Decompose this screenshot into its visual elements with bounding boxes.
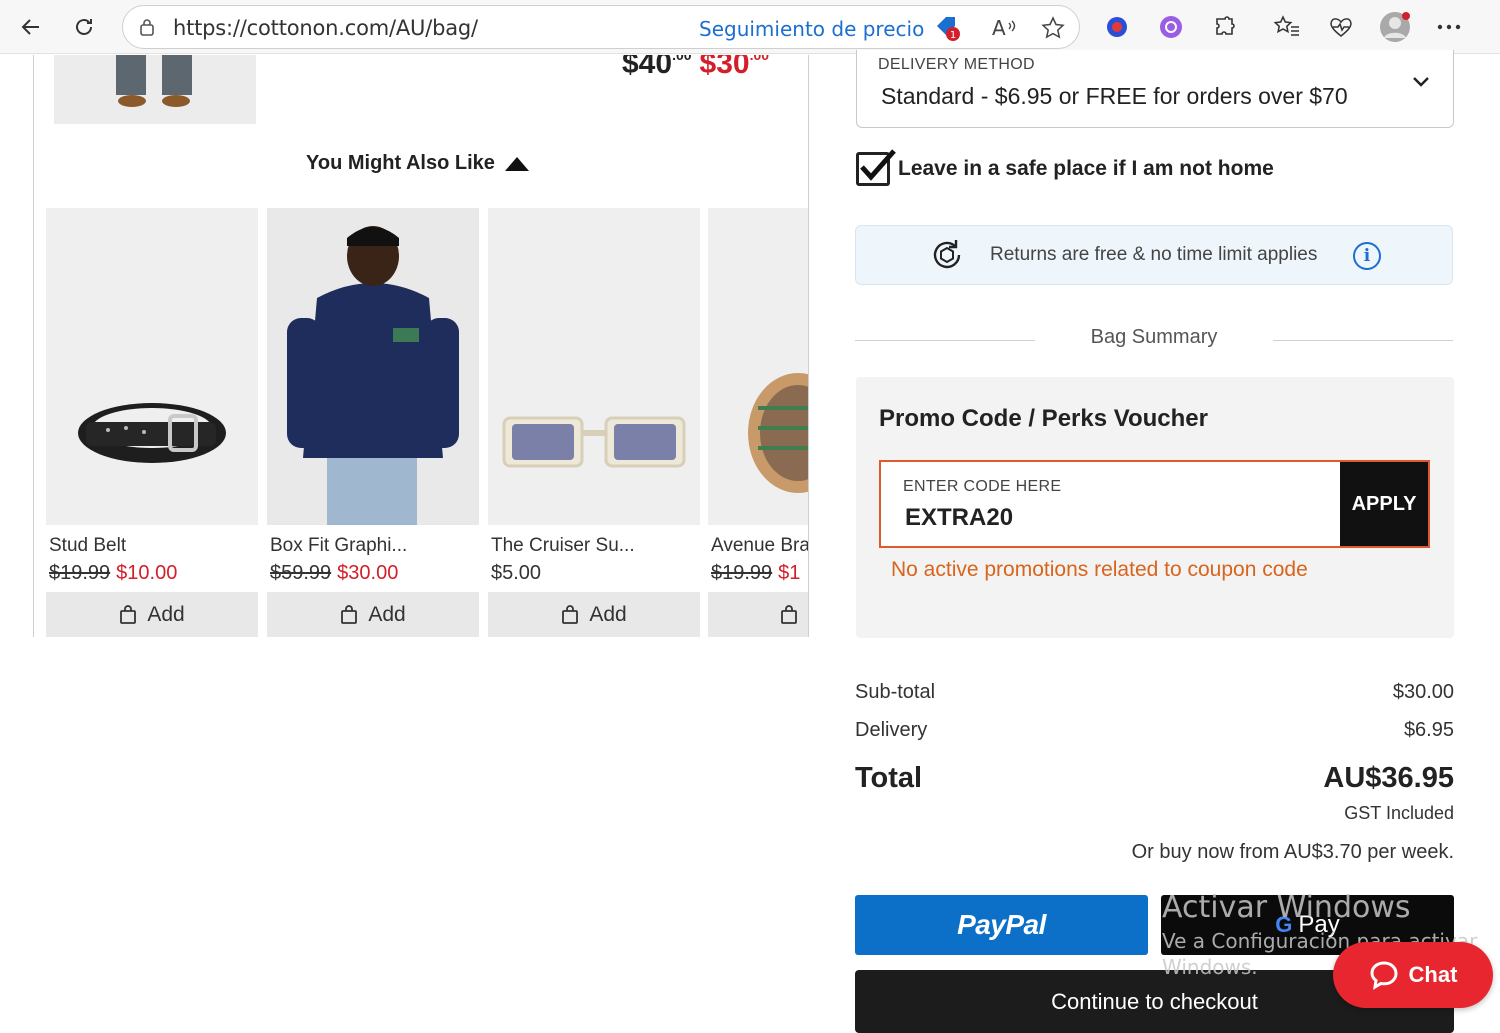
new-price: $30.00 xyxy=(699,55,770,80)
chevron-down-icon[interactable] xyxy=(1411,72,1431,92)
returns-text: Returns are free & no time limit applies xyxy=(990,244,1318,265)
product-card[interactable]: Stud Belt $19.99 $10.00 Add xyxy=(46,208,258,637)
add-label: Add xyxy=(147,602,185,626)
cart-item-price: $40.00 $30.00 xyxy=(622,55,769,81)
returns-cycle-icon xyxy=(933,240,961,269)
product-price: $59.99 $30.00 xyxy=(270,562,479,585)
chat-bubble-icon xyxy=(1370,961,1398,990)
extension-copilot-icon[interactable] xyxy=(1154,10,1188,44)
url-text[interactable]: https://cottonon.com/AU/bag/ xyxy=(173,16,478,40)
promo-heading: Promo Code / Perks Voucher xyxy=(879,405,1208,432)
info-icon[interactable]: i xyxy=(1353,242,1381,270)
product-name[interactable]: Avenue Bra xyxy=(711,535,808,557)
add-to-bag-button[interactable]: Add xyxy=(267,592,479,637)
shopping-tag-icon[interactable]: 1 xyxy=(933,14,961,42)
more-menu-icon[interactable] xyxy=(1432,10,1466,44)
was-price: $19.99 xyxy=(49,562,111,584)
recommendations-heading: You Might Also Like xyxy=(306,152,495,174)
gst-note: GST Included xyxy=(1344,803,1454,823)
product-card[interactable]: The Cruiser Su... $5.00 Add xyxy=(488,208,700,637)
bag-summary-divider: Bag Summary xyxy=(855,325,1453,355)
sale-price: $1 xyxy=(778,562,801,584)
subtotal-row: Sub-total $30.00 xyxy=(855,681,1454,704)
add-to-bag-button[interactable] xyxy=(708,592,808,637)
product-card[interactable]: Avenue Bra $19.99 $1 xyxy=(708,208,808,637)
refresh-icon[interactable] xyxy=(67,10,101,44)
paypal-button[interactable]: PayPal xyxy=(855,895,1148,955)
you-might-also-like-toggle[interactable]: You Might Also Like xyxy=(306,152,529,175)
bag-icon xyxy=(120,604,137,624)
hoodie-image[interactable] xyxy=(267,208,479,525)
product-name[interactable]: Box Fit Graphi... xyxy=(270,535,479,557)
delivery-method-label: DELIVERY METHOD xyxy=(878,56,1035,73)
browser-toolbar: https://cottonon.com/AU/bag/ Seguimiento… xyxy=(0,0,1500,54)
jeans-product-image[interactable] xyxy=(54,55,256,124)
add-to-bag-button[interactable]: Add xyxy=(46,592,258,637)
chat-button[interactable]: Chat xyxy=(1333,942,1493,1008)
safe-place-option[interactable]: Leave in a safe place if I am not home xyxy=(856,149,1274,186)
regular-price: $5.00 xyxy=(491,562,542,584)
safe-place-label[interactable]: Leave in a safe place if I am not home xyxy=(898,157,1274,181)
add-to-bag-button[interactable]: Add xyxy=(488,592,700,637)
sale-price: $30.00 xyxy=(337,562,399,584)
add-label: Add xyxy=(589,602,627,626)
returns-info-banner: Returns are free & no time limit applies… xyxy=(855,225,1453,285)
delivery-label: Delivery xyxy=(855,719,928,741)
extension-shield-icon[interactable] xyxy=(1100,10,1134,44)
price-tracking-link[interactable]: Seguimiento de precio xyxy=(699,17,924,41)
gpay-label: Pay xyxy=(1298,911,1340,938)
delivery-method-value[interactable]: Standard - $6.95 or FREE for orders over… xyxy=(881,83,1348,110)
browser-essentials-icon[interactable] xyxy=(1324,10,1358,44)
bag-summary-title: Bag Summary xyxy=(1090,326,1218,348)
bag-icon xyxy=(781,604,797,624)
bracelet-image[interactable] xyxy=(708,208,808,525)
total-label: Total xyxy=(855,762,923,794)
lock-icon[interactable] xyxy=(137,17,157,37)
collapse-triangle-icon xyxy=(504,156,529,171)
favorite-star-icon[interactable] xyxy=(1039,14,1067,42)
promo-field-label: ENTER CODE HERE xyxy=(903,478,1062,495)
sale-price: $10.00 xyxy=(116,562,178,584)
badge-count: 1 xyxy=(950,30,956,41)
profile-avatar-icon[interactable] xyxy=(1378,10,1412,44)
stud-belt-image[interactable] xyxy=(46,208,258,525)
address-bar[interactable]: https://cottonon.com/AU/bag/ Seguimiento… xyxy=(122,5,1080,49)
extensions-puzzle-icon[interactable] xyxy=(1208,10,1242,44)
add-label: Add xyxy=(368,602,406,626)
google-g-icon: G xyxy=(1275,912,1293,937)
svg-text:A: A xyxy=(992,17,1006,39)
product-price: $19.99 $1 xyxy=(711,562,808,585)
delivery-method-select[interactable]: DELIVERY METHOD Standard - $6.95 or FREE… xyxy=(856,50,1454,128)
was-price: $59.99 xyxy=(270,562,332,584)
product-card[interactable]: Box Fit Graphi... $59.99 $30.00 Add xyxy=(267,208,479,637)
favorites-list-icon[interactable] xyxy=(1270,10,1304,44)
total-value: AU$36.95 xyxy=(1323,762,1454,794)
product-price: $19.99 $10.00 xyxy=(49,562,258,585)
was-price: $19.99 xyxy=(711,562,773,584)
promo-error-message: No active promotions related to coupon c… xyxy=(891,558,1308,581)
checkmark-icon xyxy=(860,149,896,181)
product-name[interactable]: The Cruiser Su... xyxy=(491,535,700,557)
product-name[interactable]: Stud Belt xyxy=(49,535,258,557)
safe-place-checkbox[interactable] xyxy=(856,149,896,186)
back-icon[interactable] xyxy=(14,10,48,44)
delivery-value: $6.95 xyxy=(1403,719,1454,741)
subtotal-value: $30.00 xyxy=(1392,681,1454,703)
bag-icon xyxy=(341,604,358,624)
afterpay-note: Or buy now from AU$3.70 per week. xyxy=(1131,841,1454,863)
old-price: $40.00 xyxy=(622,55,692,80)
read-aloud-icon[interactable]: A xyxy=(991,14,1019,42)
sunglasses-image[interactable] xyxy=(488,208,700,525)
total-row: Total AU$36.95 xyxy=(855,762,1454,795)
promo-code-field[interactable]: ENTER CODE HERE EXTRA20 APPLY xyxy=(879,460,1430,548)
product-price: $5.00 xyxy=(491,562,700,585)
bag-icon xyxy=(562,604,579,624)
delivery-row: Delivery $6.95 xyxy=(855,719,1454,742)
promo-code-input[interactable]: EXTRA20 xyxy=(905,504,1013,532)
subtotal-label: Sub-total xyxy=(855,681,936,703)
promo-code-section: Promo Code / Perks Voucher ENTER CODE HE… xyxy=(856,377,1454,638)
chat-label: Chat xyxy=(1408,962,1458,987)
apply-button[interactable]: APPLY xyxy=(1340,462,1428,546)
recommendations-panel: $40.00 $30.00 You Might Also Like Stud Be… xyxy=(33,55,809,637)
